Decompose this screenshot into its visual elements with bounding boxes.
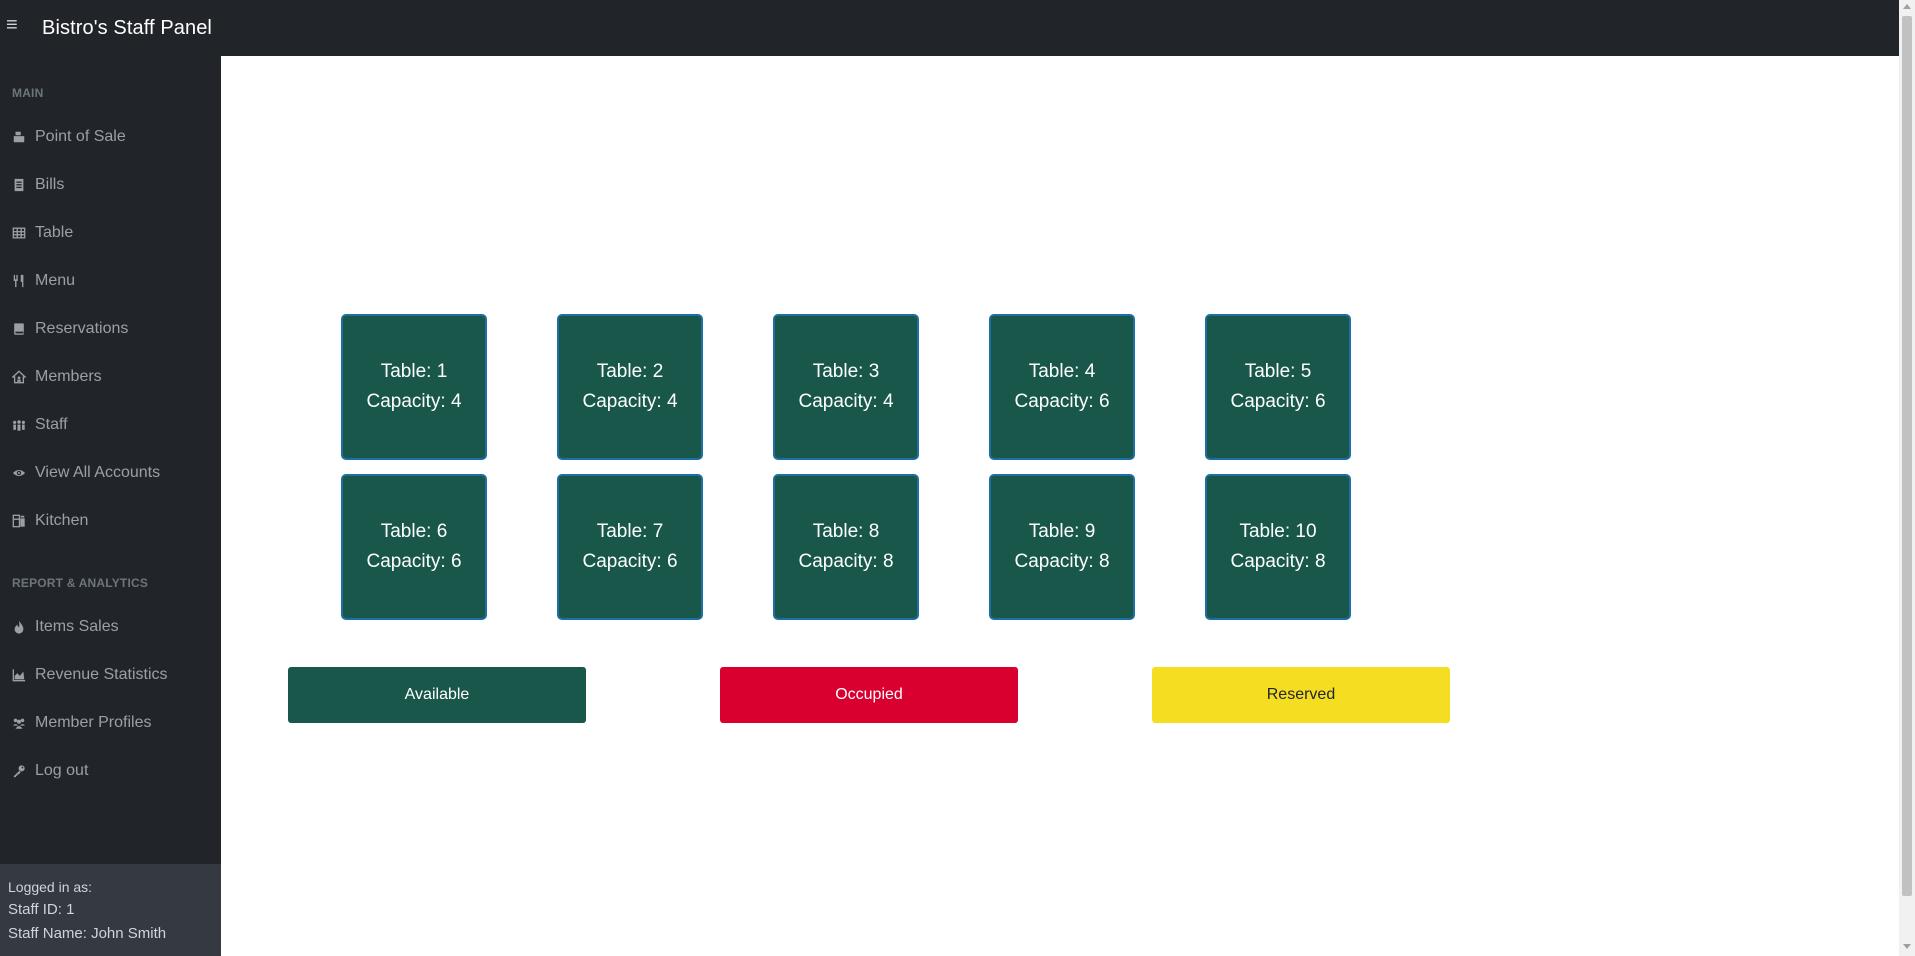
sidebar-item-label: Bills <box>35 176 65 193</box>
table-capacity: Capacity: 8 <box>798 551 894 572</box>
app-title[interactable]: Bistro's Staff Panel <box>42 17 212 40</box>
table-number: Table: 3 <box>812 361 880 382</box>
table-capacity: Capacity: 8 <box>1014 551 1110 572</box>
logged-in-footer: Logged in as: Staff ID: 1 Staff Name: Jo… <box>0 864 221 956</box>
sidebar-item-log-out[interactable]: Log out <box>12 758 88 784</box>
sidebar-item-member-profiles[interactable]: Member Profiles <box>12 710 151 736</box>
table-capacity: Capacity: 4 <box>582 391 678 412</box>
table-number: Table: 8 <box>812 521 880 542</box>
sidebar-item-table[interactable]: Table <box>12 220 73 246</box>
sidebar-item-kitchen[interactable]: Kitchen <box>12 508 88 534</box>
scroll-up-arrow-icon[interactable] <box>1903 4 1911 9</box>
table-capacity: Capacity: 6 <box>1014 391 1110 412</box>
sidebar-item-view-all-accounts[interactable]: View All Accounts <box>12 460 160 486</box>
logged-in-label: Logged in as: <box>8 879 93 895</box>
table-icon <box>12 226 26 240</box>
table-capacity: Capacity: 4 <box>366 391 462 412</box>
table-card[interactable]: Table: 2 Capacity: 4 <box>557 314 703 460</box>
staff-name: Staff Name: John Smith <box>8 925 167 942</box>
sidebar-item-revenue-statistics[interactable]: Revenue Statistics <box>12 662 168 688</box>
table-card[interactable]: Table: 1 Capacity: 4 <box>341 314 487 460</box>
table-card[interactable]: Table: 8 Capacity: 8 <box>773 474 919 620</box>
sidebar-item-staff[interactable]: Staff <box>12 412 68 438</box>
sidebar: MAIN Point of Sale Bills Table Menu Rese… <box>0 56 221 956</box>
table-number: Table: 5 <box>1244 361 1312 382</box>
table-card[interactable]: Table: 5 Capacity: 6 <box>1205 314 1351 460</box>
table-number: Table: 7 <box>596 521 664 542</box>
legend-occupied: Occupied <box>720 667 1018 723</box>
sidebar-item-label: View All Accounts <box>35 464 161 481</box>
table-capacity: Capacity: 6 <box>1230 391 1326 412</box>
kitchen-icon <box>12 514 26 528</box>
top-navbar: ≡ Bistro's Staff Panel <box>0 0 1899 56</box>
table-number: Table: 2 <box>596 361 664 382</box>
legend-available: Available <box>288 667 586 723</box>
table-card[interactable]: Table: 7 Capacity: 6 <box>557 474 703 620</box>
sidebar-item-label: Reservations <box>35 320 129 337</box>
sidebar-item-label: Revenue Statistics <box>35 666 168 683</box>
table-card[interactable]: Table: 6 Capacity: 6 <box>341 474 487 620</box>
table-card[interactable]: Table: 10 Capacity: 8 <box>1205 474 1351 620</box>
people-group-icon <box>12 418 26 432</box>
table-capacity: Capacity: 4 <box>798 391 894 412</box>
sidebar-item-label: Table <box>35 224 74 241</box>
scroll-down-arrow-icon[interactable] <box>1903 944 1911 949</box>
sidebar-item-members[interactable]: Members <box>12 364 102 390</box>
sidebar-item-label: Members <box>35 368 102 385</box>
key-icon <box>12 764 26 778</box>
sidebar-item-items-sales[interactable]: Items Sales <box>12 614 119 640</box>
sidebar-item-label: Point of Sale <box>35 128 126 145</box>
table-capacity: Capacity: 8 <box>1230 551 1326 572</box>
table-number: Table: 1 <box>380 361 448 382</box>
sidebar-item-label: Member Profiles <box>35 714 152 731</box>
sidebar-heading-main: MAIN <box>12 86 44 100</box>
scrollbar-thumb[interactable] <box>1902 16 1912 896</box>
fire-icon <box>12 620 26 634</box>
chart-area-icon <box>12 668 26 682</box>
sidebar-item-label: Kitchen <box>35 512 89 529</box>
sidebar-item-label: Staff <box>35 416 68 433</box>
table-number: Table: 4 <box>1028 361 1096 382</box>
menu-toggle-icon[interactable]: ≡ <box>6 14 18 37</box>
table-number: Table: 6 <box>380 521 448 542</box>
sidebar-item-reservations[interactable]: Reservations <box>12 316 128 342</box>
table-capacity: Capacity: 6 <box>366 551 462 572</box>
sidebar-item-label: Log out <box>35 762 89 779</box>
table-card[interactable]: Table: 4 Capacity: 6 <box>989 314 1135 460</box>
sidebar-item-label: Menu <box>35 272 76 289</box>
sidebar-item-point-of-sale[interactable]: Point of Sale <box>12 124 126 150</box>
sidebar-item-bills[interactable]: Bills <box>12 172 64 198</box>
users-icon <box>12 716 26 730</box>
cash-register-icon <box>12 130 26 144</box>
sidebar-heading-report: REPORT & ANALYTICS <box>12 576 149 590</box>
receipt-icon <box>12 178 26 192</box>
page-scrollbar[interactable] <box>1899 0 1915 956</box>
legend-reserved: Reserved <box>1152 667 1450 723</box>
table-number: Table: 10 <box>1239 521 1317 542</box>
utensils-icon <box>12 274 26 288</box>
table-capacity: Capacity: 6 <box>582 551 678 572</box>
table-card[interactable]: Table: 9 Capacity: 8 <box>989 474 1135 620</box>
book-icon <box>12 322 26 336</box>
house-user-icon <box>12 370 26 384</box>
sidebar-item-label: Items Sales <box>35 618 119 635</box>
eye-icon <box>12 466 26 480</box>
sidebar-item-menu[interactable]: Menu <box>12 268 75 294</box>
staff-id: Staff ID: 1 <box>8 901 75 918</box>
table-layout-area: Table: 1 Capacity: 4 Table: 2 Capacity: … <box>221 56 1899 956</box>
table-card[interactable]: Table: 3 Capacity: 4 <box>773 314 919 460</box>
table-number: Table: 9 <box>1028 521 1096 542</box>
